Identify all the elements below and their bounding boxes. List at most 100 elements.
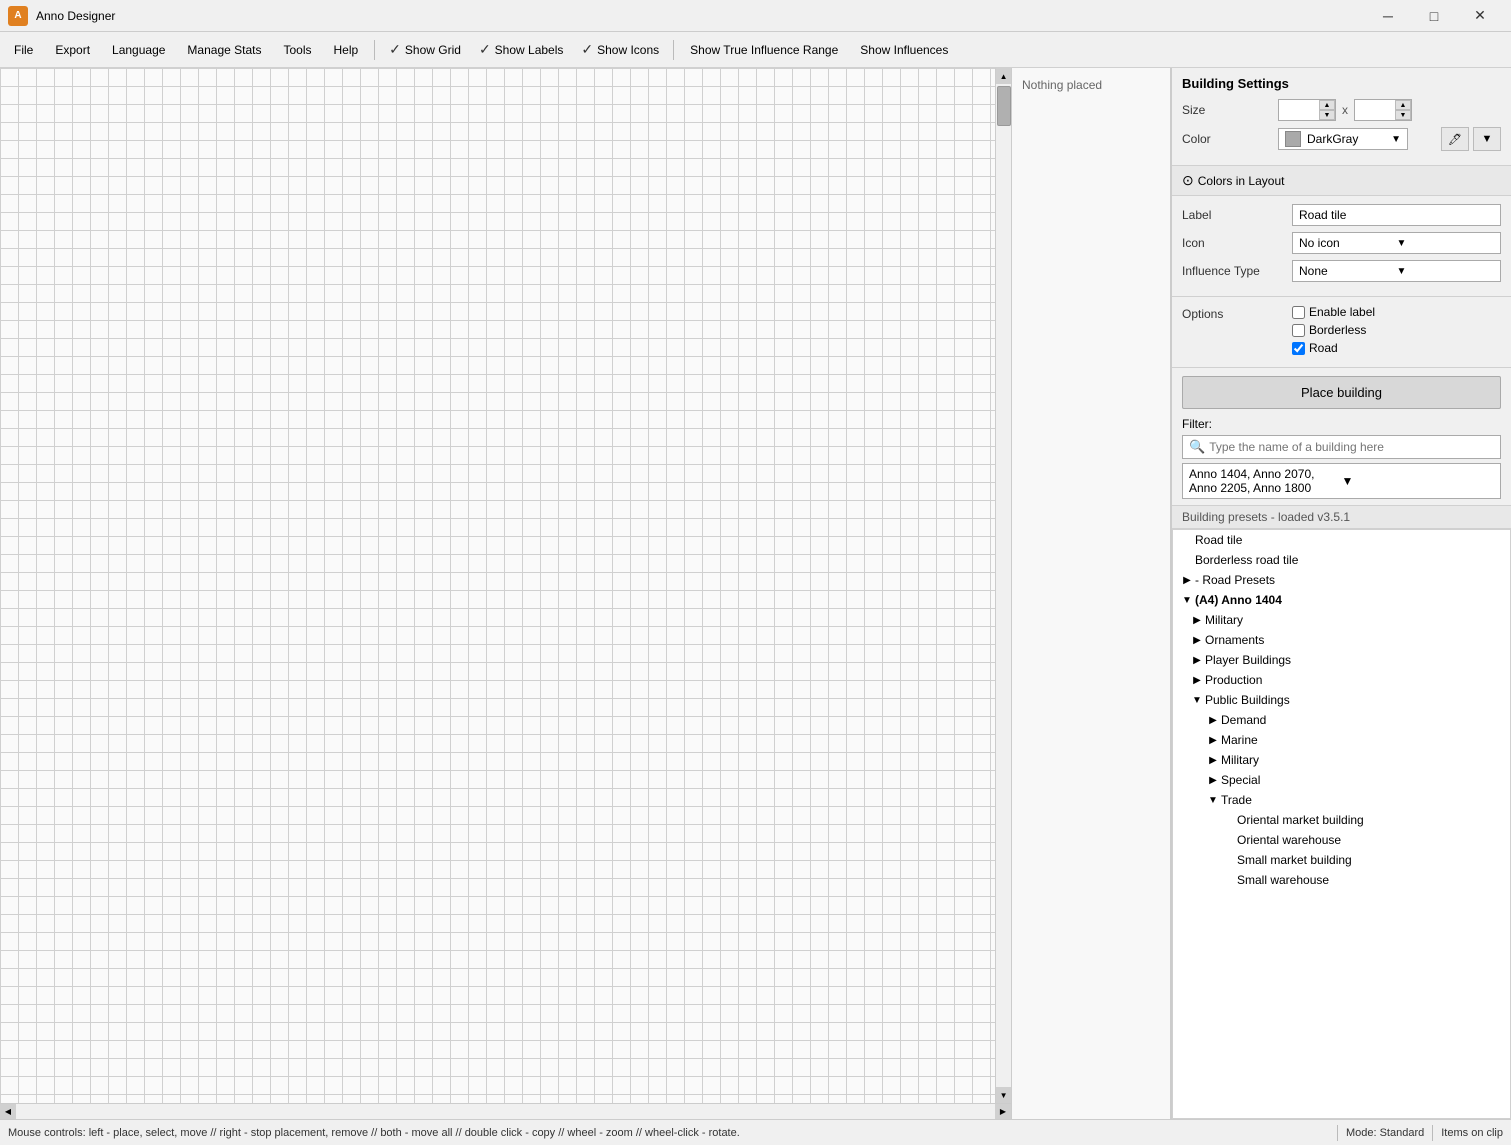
app-icon: A (8, 6, 28, 26)
arrow-trade: ▼ (1205, 795, 1221, 806)
enable-label-checkbox[interactable] (1292, 306, 1305, 319)
label-anno-1404: (A4) Anno 1404 (1195, 593, 1282, 607)
road-checkbox[interactable] (1292, 342, 1305, 355)
tree-item-ornaments[interactable]: ▶ Ornaments (1173, 630, 1510, 650)
show-icons-checkmark: ✓ (581, 41, 593, 58)
borderless-checkbox[interactable] (1292, 324, 1305, 337)
arrow-marine: ▶ (1205, 735, 1221, 746)
size-width-spinbox[interactable]: 1 ▲ ▼ (1278, 99, 1336, 121)
tree-item-oriental-warehouse[interactable]: Oriental warehouse (1173, 830, 1510, 850)
colors-in-layout-label: Colors in Layout (1198, 174, 1285, 188)
tree-item-road-tile[interactable]: Road tile (1173, 530, 1510, 550)
tree-item-military[interactable]: ▶ Military (1173, 610, 1510, 630)
arrow-anno-1404: ▼ (1179, 595, 1195, 606)
label-production: Production (1205, 673, 1262, 687)
tree-item-anno-1404[interactable]: ▼ (A4) Anno 1404 (1173, 590, 1510, 610)
size-width-up[interactable]: ▲ (1319, 100, 1335, 110)
influence-type-dropdown[interactable]: None ▼ (1292, 260, 1501, 282)
menu-help[interactable]: Help (323, 39, 368, 61)
color-tools: 🖊 ▼ (1441, 127, 1501, 151)
tree-item-production[interactable]: ▶ Production (1173, 670, 1510, 690)
size-separator: x (1342, 103, 1348, 117)
close-button[interactable]: ✕ (1457, 0, 1503, 32)
size-width-input[interactable]: 1 (1279, 101, 1319, 119)
filter-label: Filter: (1182, 417, 1501, 431)
tree-item-marine[interactable]: ▶ Marine (1173, 730, 1510, 750)
grid-canvas[interactable] (0, 68, 995, 1103)
colors-in-layout-header[interactable]: ⊙ Colors in Layout (1172, 166, 1511, 196)
tree-item-small-market[interactable]: Small market building (1173, 850, 1510, 870)
size-height-down[interactable]: ▼ (1395, 110, 1411, 120)
options-section: Options Enable label Borderless Road (1172, 297, 1511, 368)
statusbar-sep-2 (1432, 1125, 1433, 1141)
tree-item-military-sub[interactable]: ▶ Military (1173, 750, 1510, 770)
size-width-down[interactable]: ▼ (1319, 110, 1335, 120)
statusbar-mode: Mode: Standard (1346, 1127, 1424, 1139)
size-height-spinbox[interactable]: 1 ▲ ▼ (1354, 99, 1412, 121)
tree-item-player-buildings[interactable]: ▶ Player Buildings (1173, 650, 1510, 670)
vertical-scrollbar[interactable]: ▲ ▼ (995, 68, 1011, 1103)
arrow-special: ▶ (1205, 775, 1221, 786)
icon-row: Icon No icon ▼ (1182, 232, 1501, 254)
canvas-area: ▲ ▼ ◀ ▶ (0, 68, 1011, 1119)
tree-item-demand[interactable]: ▶ Demand (1173, 710, 1510, 730)
color-dropper-button[interactable]: ▼ (1473, 127, 1501, 151)
toggle-show-labels[interactable]: ✓ Show Labels (471, 37, 571, 62)
tree-item-oriental-market[interactable]: Oriental market building (1173, 810, 1510, 830)
vscroll-thumb[interactable] (997, 86, 1011, 126)
label-small-warehouse: Small warehouse (1237, 873, 1329, 887)
search-input[interactable] (1209, 440, 1494, 454)
horizontal-scrollbar[interactable]: ◀ ▶ (0, 1103, 1011, 1119)
size-height-input[interactable]: 1 (1355, 101, 1395, 119)
menu-tools[interactable]: Tools (273, 39, 321, 61)
icon-dropdown[interactable]: No icon ▼ (1292, 232, 1501, 254)
menu-language[interactable]: Language (102, 39, 175, 61)
label-demand: Demand (1221, 713, 1266, 727)
game-filter-arrow: ▼ (1342, 474, 1495, 488)
label-oriental-warehouse: Oriental warehouse (1237, 833, 1341, 847)
color-pick-button[interactable]: 🖊 (1441, 127, 1469, 151)
arrow-demand: ▶ (1205, 715, 1221, 726)
scroll-right-button[interactable]: ▶ (995, 1104, 1011, 1119)
tree-item-special[interactable]: ▶ Special (1173, 770, 1510, 790)
scroll-down-button[interactable]: ▼ (996, 1087, 1011, 1103)
road-row: Road (1292, 341, 1375, 355)
label-small-market: Small market building (1237, 853, 1352, 867)
place-building-button[interactable]: Place building (1182, 376, 1501, 409)
label-military: Military (1205, 613, 1243, 627)
hscroll-track[interactable] (16, 1104, 995, 1119)
menu-influences[interactable]: Show Influences (850, 39, 958, 61)
menu-manage-stats[interactable]: Manage Stats (177, 39, 271, 61)
vscroll-track[interactable] (996, 84, 1011, 1087)
tree-item-borderless-road-tile[interactable]: Borderless road tile (1173, 550, 1510, 570)
main-area: ▲ ▼ ◀ ▶ Nothing placed Building Settings (0, 68, 1511, 1119)
label-road-tile: Road tile (1195, 533, 1242, 547)
menu-true-influence[interactable]: Show True Influence Range (680, 39, 848, 61)
scroll-up-button[interactable]: ▲ (996, 68, 1011, 84)
borderless-text: Borderless (1309, 323, 1366, 337)
label-field-label: Label (1182, 208, 1292, 222)
arrow-ornaments: ▶ (1189, 635, 1205, 646)
tree-view[interactable]: Road tile Borderless road tile ▶ - Road … (1172, 529, 1511, 1119)
size-height-up[interactable]: ▲ (1395, 100, 1411, 110)
scroll-left-button[interactable]: ◀ (0, 1104, 16, 1119)
tree-item-small-warehouse[interactable]: Small warehouse (1173, 870, 1510, 890)
menu-export[interactable]: Export (45, 39, 100, 61)
color-dropdown[interactable]: DarkGray ▼ (1278, 128, 1408, 150)
tree-item-road-presets[interactable]: ▶ - Road Presets (1173, 570, 1510, 590)
maximize-button[interactable]: □ (1411, 0, 1457, 32)
tree-item-public-buildings[interactable]: ▼ Public Buildings (1173, 690, 1510, 710)
toggle-show-icons[interactable]: ✓ Show Icons (573, 37, 667, 62)
label-input[interactable] (1292, 204, 1501, 226)
size-height-spinbtns: ▲ ▼ (1395, 100, 1411, 120)
label-marine: Marine (1221, 733, 1258, 747)
label-icon-section: Label Icon No icon ▼ Influence Type None… (1172, 196, 1511, 297)
minimize-button[interactable]: ─ (1365, 0, 1411, 32)
tree-item-trade[interactable]: ▼ Trade (1173, 790, 1510, 810)
toggle-show-grid[interactable]: ✓ Show Grid (381, 37, 469, 62)
size-width-spinbtns: ▲ ▼ (1319, 100, 1335, 120)
menu-separator-2 (673, 40, 674, 60)
color-name: DarkGray (1307, 132, 1358, 146)
game-filter-dropdown[interactable]: Anno 1404, Anno 2070, Anno 2205, Anno 18… (1182, 463, 1501, 499)
menu-file[interactable]: File (4, 39, 43, 61)
